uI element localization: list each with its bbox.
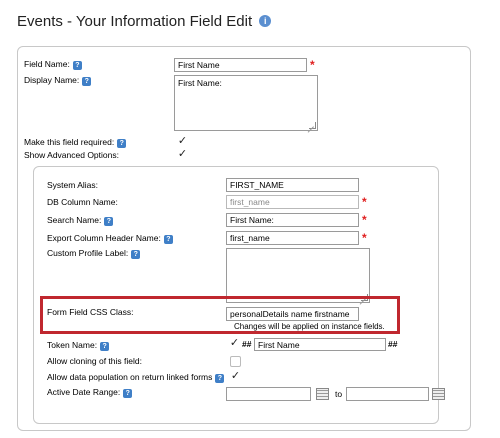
help-icon[interactable]: ? [163, 235, 173, 244]
active-date-range-label: Active Date Range: [47, 387, 121, 397]
token-name-label: Token Name: [47, 340, 98, 350]
system-alias-label: System Alias: [47, 180, 99, 190]
active-date-range-label-row: Active Date Range:? [47, 387, 133, 398]
allow-cloning-label: Allow cloning of this field: [47, 356, 142, 366]
custom-profile-label: Custom Profile Label: [47, 248, 129, 258]
db-column-name-label: DB Column Name: [47, 197, 118, 207]
help-icon[interactable]: ? [72, 61, 82, 70]
css-class-label: Form Field CSS Class: [47, 307, 134, 317]
help-icon[interactable]: ? [104, 217, 114, 226]
make-required-label-row: Make this field required:? [24, 137, 127, 148]
allow-population-label-row: Allow data population on return linked f… [47, 372, 225, 383]
display-name-label: Display Name: [24, 75, 80, 85]
help-icon[interactable]: ? [123, 389, 133, 398]
help-icon[interactable]: ? [215, 374, 225, 383]
allow-population-label: Allow data population on return linked f… [47, 372, 213, 382]
help-icon[interactable]: ? [131, 250, 141, 259]
field-name-label-row: Field Name:? [24, 59, 82, 70]
page-title-text: Events - Your Information Field Edit [17, 13, 253, 30]
export-header-label-row: Export Column Header Name:? [47, 233, 173, 244]
date-from-input[interactable] [226, 387, 311, 401]
show-advanced-label: Show Advanced Options: [24, 150, 119, 160]
search-name-label-row: Search Name:? [47, 215, 114, 226]
make-required-label: Make this field required: [24, 137, 115, 147]
token-name-input[interactable]: First Name [254, 338, 386, 351]
required-marker: * [310, 58, 315, 72]
make-required-checkbox[interactable]: ✓ [177, 136, 188, 147]
help-icon[interactable]: ? [82, 77, 92, 86]
db-column-name-input[interactable]: first_name [226, 195, 359, 209]
token-suffix: ## [388, 339, 398, 349]
date-to-input[interactable] [346, 387, 429, 401]
field-name-label: Field Name: [24, 59, 70, 69]
help-icon[interactable]: ? [100, 342, 110, 351]
css-class-input[interactable]: personalDetails name firstname [226, 307, 359, 321]
page-title: Events - Your Information Field Edit i [17, 13, 272, 30]
allow-cloning-checkbox[interactable] [230, 356, 241, 367]
help-icon[interactable]: ? [117, 139, 127, 148]
display-name-label-row: Display Name:? [24, 75, 92, 86]
css-class-note: Changes will be applied on instance fiel… [234, 322, 385, 331]
required-marker: * [362, 231, 367, 245]
allow-population-checkbox[interactable]: ✓ [230, 371, 241, 382]
calendar-icon[interactable] [432, 388, 445, 400]
custom-profile-textarea[interactable] [226, 248, 370, 303]
export-header-label: Export Column Header Name: [47, 233, 161, 243]
token-name-label-row: Token Name:? [47, 340, 110, 351]
display-name-value: First Name: [178, 78, 222, 88]
show-advanced-checkbox[interactable]: ✓ [177, 149, 188, 160]
required-marker: * [362, 195, 367, 209]
date-to-label: to [335, 389, 343, 399]
token-name-checkbox[interactable]: ✓ [229, 338, 240, 349]
required-marker: * [362, 213, 367, 227]
token-prefix: ## [242, 339, 252, 349]
export-header-input[interactable]: first_name [226, 231, 359, 245]
custom-profile-label-row: Custom Profile Label:? [47, 248, 141, 259]
display-name-textarea[interactable]: First Name: [174, 75, 318, 131]
system-alias-input[interactable]: FIRST_NAME [226, 178, 359, 192]
info-icon[interactable]: i [259, 15, 272, 27]
calendar-icon[interactable] [316, 388, 329, 400]
resize-handle-icon[interactable] [309, 122, 316, 129]
search-name-label: Search Name: [47, 215, 102, 225]
search-name-input[interactable]: First Name: [226, 213, 359, 227]
field-name-input[interactable]: First Name [174, 58, 307, 72]
